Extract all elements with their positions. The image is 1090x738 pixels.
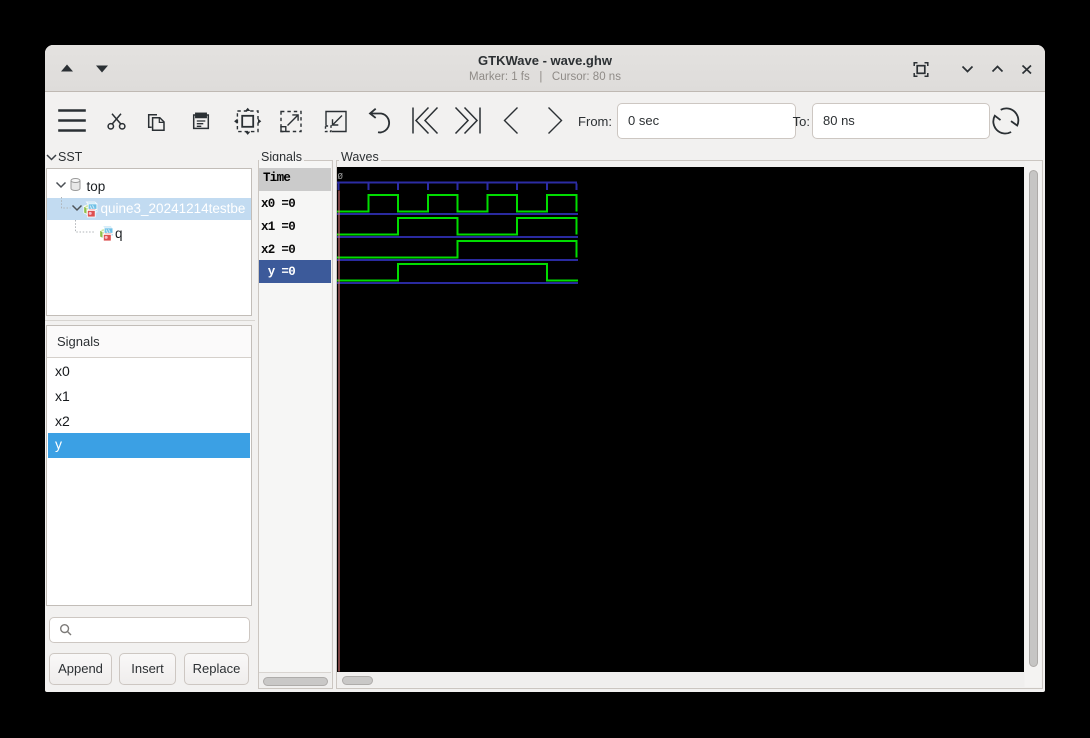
svg-text:Ø: Ø — [338, 172, 344, 182]
